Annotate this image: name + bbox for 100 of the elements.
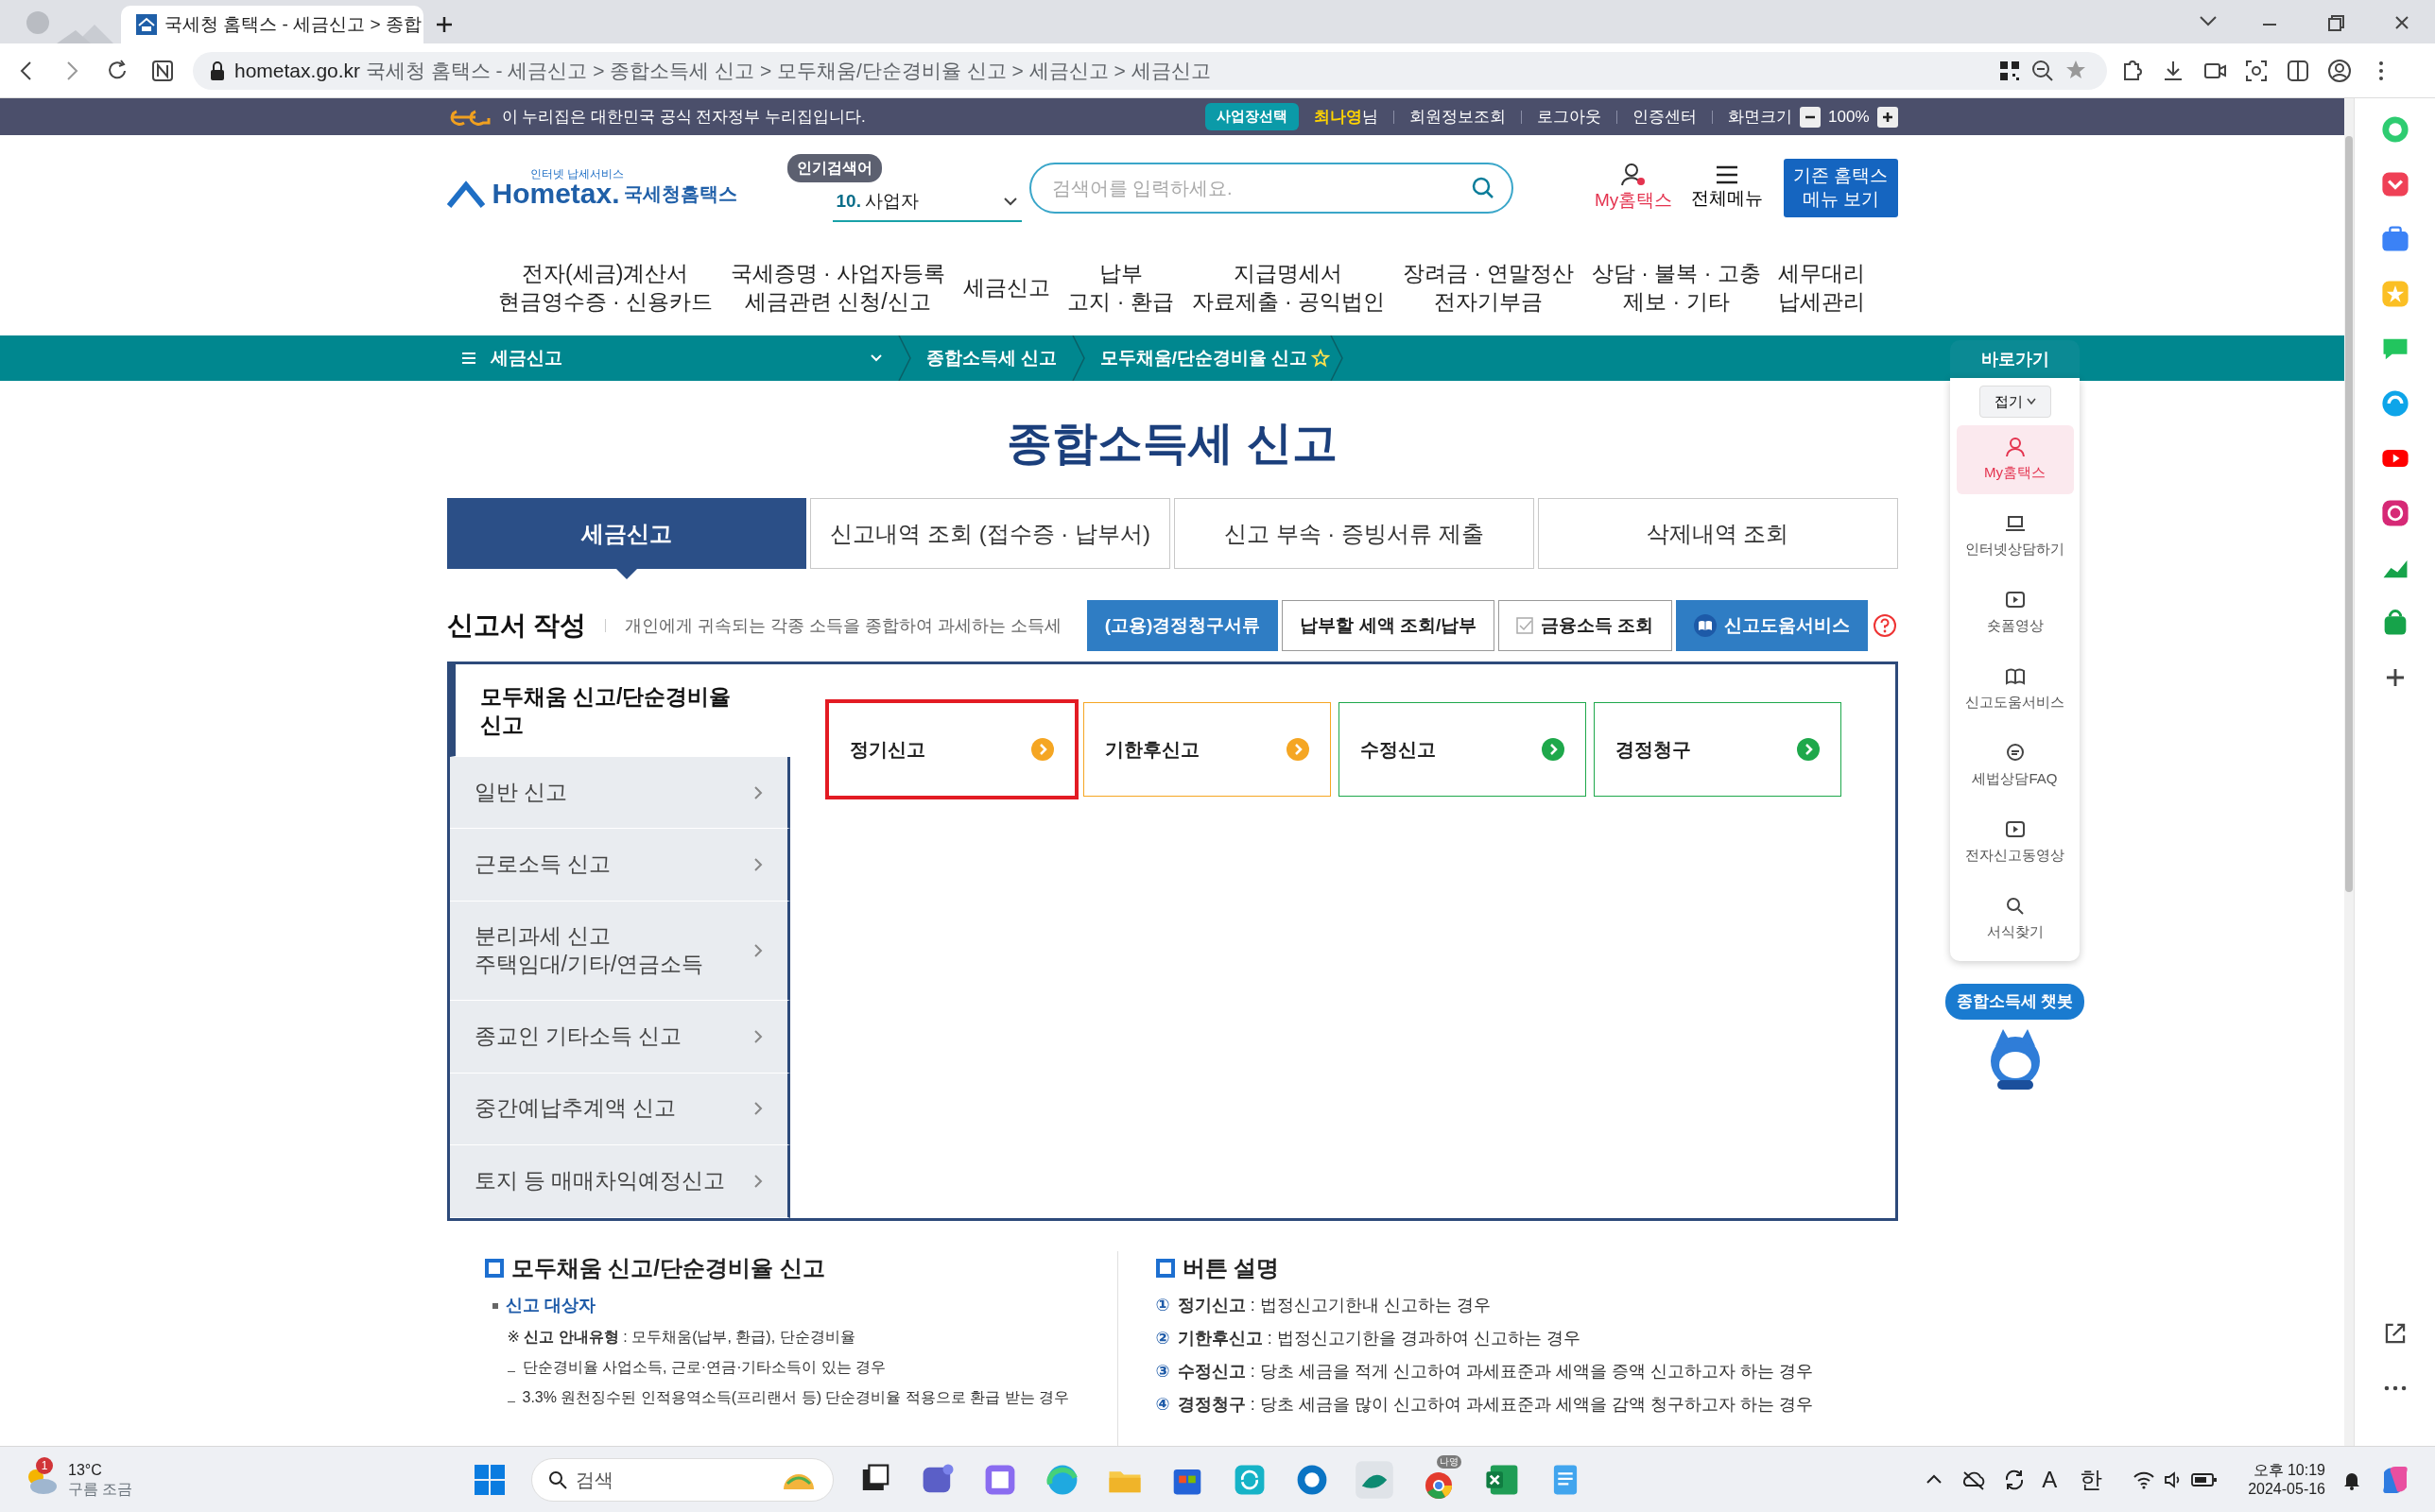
side-menu-item[interactable]: 중간예납추계액 신고 (449, 1073, 790, 1146)
checkbox-icon (1516, 617, 1534, 634)
bullet-icon (492, 1302, 498, 1309)
section-title: 신고서 작성 (446, 610, 587, 642)
action-button[interactable]: 신고도움서비스 (1675, 600, 1868, 651)
logo-tagline: 인터넷 납세서비스 (529, 168, 625, 180)
browser-app-icon[interactable] (1354, 1458, 1396, 1501)
chevron-right-icon (752, 1028, 763, 1044)
breadcrumb-link[interactable]: 모두채움/단순경비율 신고 (1084, 343, 1312, 373)
zoom-label: 화면크기 (1728, 106, 1792, 128)
zoom-in-icon[interactable] (1876, 106, 1898, 128)
input-mode-indicator[interactable]: A (2042, 1462, 2058, 1497)
chevron-right-icon (752, 1101, 763, 1117)
notification-badge: 1 (36, 1457, 53, 1475)
info-text: 기한후신고 : 법정신고기한을 경과하여 신고하는 경우 (1177, 1328, 1580, 1349)
roof-icon (446, 180, 485, 208)
filing-option[interactable]: 경정청구 (1593, 702, 1841, 797)
classic-menu-button[interactable]: 기존 홈택스 메뉴 보기 (1784, 159, 1898, 217)
filing-option[interactable]: 수정신고 (1338, 702, 1586, 797)
chevron-separator-icon (1330, 335, 1344, 381)
address-bar[interactable]: hometax.go.kr 국세청 홈택스 - 세금신고 > 종합소득세 신고 > 모두채움/단순경비율 신고 > 세금신고 > 세금신고 (193, 51, 2107, 90)
page-title: 종합소득세 신고 (1006, 417, 1338, 470)
lock-icon (208, 60, 227, 81)
breadcrumb-link[interactable]: 종합소득세 신고 (910, 343, 1072, 373)
tab[interactable]: 신고내역 조회 (접수증 · 납부서) (810, 498, 1170, 569)
menu-icon (461, 352, 475, 364)
top-link[interactable]: 로그아웃 (1537, 104, 1601, 129)
side-menu-item[interactable]: 근로소득 신고 (449, 829, 790, 902)
book-icon (1693, 614, 1717, 637)
tab[interactable]: 삭제내역 조회 (1537, 498, 1898, 569)
side-menu-item[interactable]: 모두채움 신고/단순경비율 신고 (449, 664, 790, 757)
action-button[interactable]: (고용)경정청구서류 (1086, 600, 1279, 651)
quick-menu-title: 바로가기 (1950, 340, 2080, 378)
tab-title: 국세청 홈택스 - 세금신고 > 종합 (164, 12, 422, 36)
zoom-out-icon[interactable] (1800, 106, 1821, 128)
info-text: 단순경비율 사업소득, 근로·연금·기타소득이 있는 경우 (522, 1358, 887, 1377)
item-number: ③ (1155, 1361, 1170, 1383)
top-link[interactable]: 인증센터 (1632, 104, 1697, 129)
side-menu-item[interactable]: 일반 신고 (449, 756, 790, 830)
chevron-right-icon (752, 943, 763, 958)
nav-menu-item[interactable]: 납부 고지 · 환급 (1062, 259, 1180, 318)
chevron-right-icon (752, 784, 763, 800)
nav-menu-item[interactable]: 국세증명 · 사업자등록 세금관련 신청/신고 (724, 259, 952, 318)
side-menu-item[interactable]: 종교인 기타소득 신고 (449, 1000, 790, 1074)
side-menu-item[interactable]: 분리과세 신고 주택임대/기타/연금소득 (449, 902, 790, 1001)
item-number: ④ (1155, 1394, 1170, 1416)
menu-icon (1715, 163, 1740, 185)
site-logo[interactable]: 인터넷 납세서비스 Hometax.국세청홈택스 (446, 168, 759, 208)
all-menu-button[interactable]: 전체메뉴 (1685, 163, 1770, 214)
action-button[interactable]: 금융소득 조회 (1498, 600, 1672, 651)
info-text: 정기신고 : 법정신고기한내 신고하는 경우 (1177, 1295, 1491, 1316)
chevron-right-icon (752, 1174, 763, 1190)
chevron-separator-icon (897, 335, 911, 381)
info-title: 버튼 설명 (1182, 1254, 1280, 1282)
star-outline-icon[interactable] (1311, 349, 1331, 368)
language-indicator[interactable]: 한 (2080, 1462, 2103, 1497)
filing-option[interactable]: 기한후신고 (1082, 702, 1331, 797)
logo-wordmark: Hometax. (492, 180, 620, 208)
popular-search-select[interactable]: 10. 사업자 (832, 181, 1022, 223)
popular-label: 인기검색어 (786, 153, 882, 182)
system-status[interactable] (2133, 1469, 2219, 1490)
profile-badge: 나영 (1437, 1454, 1462, 1469)
dash-icon (507, 1401, 515, 1402)
top-link[interactable]: 회원정보조회 (1409, 104, 1506, 129)
info-text: 수정신고 : 당초 세금을 적게 신고하여 과세표준과 세액을 증액 신고하고자 하는 경우 (1177, 1361, 1813, 1383)
user-greeting: 최나영 님 (1314, 106, 1378, 128)
chevron-down-icon (869, 353, 883, 363)
nav-menu-item[interactable]: 지급명세서 자료제출 · 공익법인 (1185, 259, 1391, 318)
help-icon[interactable] (1871, 612, 1898, 639)
info-text: ※ 신고 안내유형 : 모두채움(납부, 환급), 단순경비율 (507, 1328, 855, 1347)
scrollbar-thumb[interactable] (2345, 136, 2353, 892)
nav-menu-item[interactable]: 장려금 · 연말정산 전자기부금 (1396, 259, 1580, 318)
nav-menu-item[interactable]: 세금신고 (957, 273, 1056, 303)
battery-icon (2191, 1470, 2219, 1488)
my-hometax-button[interactable]: My홈택스 (1588, 161, 1679, 215)
clock[interactable]: 오후 10:19 2024-05-16 (2248, 1460, 2325, 1499)
info-text: 3.3% 원천징수된 인적용역소득(프리랜서 등) 단순경비율 적용으로 환급 받는 경우 (522, 1388, 1070, 1407)
collapse-button[interactable]: 접기 (1978, 386, 2051, 418)
tab[interactable]: 신고 부속 · 증빙서류 제출 (1174, 498, 1534, 569)
filing-option[interactable]: 정기신고 (827, 702, 1076, 797)
nav-menu-item[interactable]: 상담 · 불복 · 고충 제보 · 기타 (1585, 259, 1767, 318)
info-subtitle: 신고 대상자 (505, 1295, 596, 1316)
square-bullet-icon (484, 1259, 504, 1278)
item-number: ① (1155, 1295, 1170, 1316)
side-menu-item[interactable]: 토지 등 매매차익예정신고 (449, 1145, 790, 1218)
breadcrumb-menu[interactable]: 세금신고 (446, 343, 898, 373)
nav-menu-item[interactable]: 전자(세금)계산서 현금영수증 · 신용카드 (492, 259, 718, 318)
chevron-down-icon (2026, 398, 2036, 405)
info-text: 경정청구 : 당초 세금을 많이 신고하여 과세표준과 세액을 감액 청구하고자 하는 경우 (1177, 1394, 1813, 1416)
browser-tab[interactable]: 국세청 홈택스 - 세금신고 > 종합 (121, 6, 423, 43)
action-button[interactable]: 납부할 세액 조회/납부 (1282, 600, 1495, 651)
quick-menu-item[interactable]: My홈택스 (1956, 425, 2074, 494)
user-icon (1620, 162, 1648, 187)
url-text: hometax.go.kr 국세청 홈택스 - 세금신고 > 종합소득세 신고 > 모두채움/단순경비율 신고 > 세금신고 > 세금신고 (234, 58, 1211, 83)
nav-menu-item[interactable]: 세무대리 납세관리 (1772, 259, 1872, 318)
item-number: ② (1155, 1328, 1170, 1349)
taskbar-search[interactable]: 검색 (531, 1457, 835, 1502)
square-bullet-icon (1155, 1259, 1175, 1278)
search-field[interactable]: 검색어를 입력하세요. (1028, 163, 1513, 214)
chatbot-button[interactable]: 종합소득세 챗봇 (1944, 984, 2085, 1020)
